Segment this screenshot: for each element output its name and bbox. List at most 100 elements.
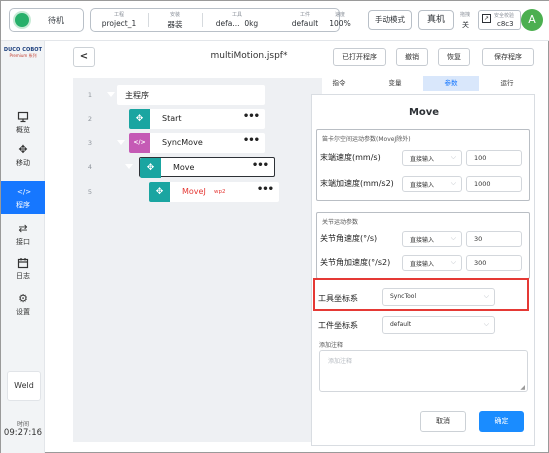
joint-accel-input[interactable]: 300 [466,255,522,271]
cancel-button[interactable]: 取消 [420,411,466,432]
time-label: 时间 [16,421,29,428]
line-number: 3 [87,139,93,147]
more-options-icon[interactable]: ••• [257,184,274,195]
code-icon: </> [129,133,150,153]
tree-node-movej[interactable]: ✥ MoveJ wp2 ••• [149,182,279,202]
input-value: 30 [474,235,483,243]
joint-params-group: 关节运动参数 关节角速度(°/s) 直接输入 ⌵ 30 关节角加速度(°/s2)… [316,212,530,279]
joint-accel-mode-select[interactable]: 直接输入 ⌵ [402,255,462,271]
program-editor: < multiMotion.jspf* 已打开程序 撤销 恢复 保存程序 1 2… [49,44,541,449]
joint-speed-label: 关节角速度(°/s) [320,234,378,243]
group-caption: 关节运动参数 [322,219,359,226]
resize-handle-icon[interactable]: ◢ [520,384,525,391]
line-number: 5 [87,188,93,196]
end-accel-input[interactable]: 1000 [466,176,522,192]
drag-toggle[interactable]: 关 [462,20,469,30]
joint-accel-label: 关节角加速度(°/s2) [320,258,391,267]
confirm-button[interactable]: 确定 [479,411,524,432]
back-button[interactable]: < [73,47,95,67]
sidebar-item-move[interactable]: ✥ 移动 [1,139,45,172]
real-robot-button[interactable]: 真机 [418,10,454,30]
tab-command[interactable]: 指令 [311,76,367,91]
install-label: 安装 [169,12,180,18]
end-speed-mode-select[interactable]: 直接输入 ⌵ [402,150,462,166]
project-value: project_1 [101,19,137,28]
group-caption: 笛卡尔空间运动参数(MoveJ除外) [322,136,411,143]
node-name: 主程序 [125,91,149,100]
tab-parameters[interactable]: 参数 [423,76,479,91]
project-selector[interactable]: 工程 project_1 [91,9,147,31]
clock: 时间 09:27:16 [1,419,45,438]
note-placeholder: 添加注释 [328,358,353,365]
left-sidebar: DUCO COBOT Premium 系列 概览 ✥ 移动 </> 程序 ⇄ 接… [1,41,45,453]
app-window: 待机 工程 project_1 安装 器装 工具 defa... 0kg 工件 … [0,0,549,453]
drag-label: 拖拽 [460,12,471,18]
open-programs-button[interactable]: 已打开程序 [333,48,386,66]
robot-status-indicator[interactable]: 待机 [9,8,84,32]
parameter-panel: Move 笛卡尔空间运动参数(MoveJ除外) 末端速度(mm/s) 直接输入 … [311,94,535,446]
move-icon: ✥ [129,109,150,129]
tool-frame-select[interactable]: SyncTool ⌵ [382,288,495,306]
select-value: SyncTool [390,293,417,300]
move-icon: ✥ [18,143,28,156]
status-text: 待机 [48,16,64,25]
collapse-arrow-icon[interactable] [125,164,133,169]
joint-speed-mode-select[interactable]: 直接输入 ⌵ [402,231,462,247]
collapse-arrow-icon[interactable] [107,92,115,97]
tab-variables[interactable]: 变量 [367,76,423,91]
manual-mode-button[interactable]: 手动模式 [368,10,412,30]
calendar-icon [17,257,29,269]
collapse-arrow-icon[interactable] [117,140,125,145]
user-avatar[interactable]: A [521,9,543,31]
undo-button[interactable]: 撤销 [396,48,428,66]
sidebar-item-label: 程序 [16,201,30,209]
sidebar-item-program[interactable]: </> 程序 [1,181,45,214]
tree-node-start[interactable]: ✥ Start ••• [129,109,265,129]
move-icon: ✥ [140,158,161,178]
speed-indicator[interactable]: 速度 100% [317,9,363,31]
end-speed-input[interactable]: 100 [466,150,522,166]
home-arrow-icon: ↗ [482,14,491,23]
end-speed-label: 末端速度(mm/s) [320,153,381,162]
tool-frame-label: 工具坐标系 [318,294,358,303]
sidebar-item-log[interactable]: 日志 [1,252,45,285]
safety-check-box[interactable]: ↗ 安全校验 c8c3 [478,10,521,30]
select-value: default [390,321,412,328]
safety-value: c8c3 [497,20,514,28]
tool-label: 工具 [231,12,242,18]
node-name: Move [173,163,195,172]
select-value: 直接输入 [410,182,435,189]
more-options-icon[interactable]: ••• [252,160,269,171]
panel-tabs: 指令 变量 参数 运行 [311,76,535,91]
node-name: SyncMove [162,138,203,147]
end-accel-mode-select[interactable]: 直接输入 ⌵ [402,176,462,192]
work-frame-select[interactable]: default ⌵ [382,316,495,334]
tool-value: defa... 0kg [215,19,259,28]
note-label: 添加注释 [319,342,344,349]
note-textarea[interactable]: 添加注释 ◢ [319,350,528,392]
sidebar-item-settings[interactable]: ⚙ 设置 [1,288,45,321]
sidebar-item-interface[interactable]: ⇄ 接口 [1,218,45,251]
more-options-icon[interactable]: ••• [243,135,260,146]
tab-run[interactable]: 运行 [479,76,535,91]
cartesian-params-group: 笛卡尔空间运动参数(MoveJ除外) 末端速度(mm/s) 直接输入 ⌵ 100… [316,129,530,201]
chevron-down-icon: ⌵ [483,320,489,328]
redo-button[interactable]: 恢复 [438,48,470,66]
tree-node-main[interactable]: 主程序 [117,85,265,105]
joint-speed-input[interactable]: 30 [466,231,522,247]
install-selector[interactable]: 安装 器装 [149,9,201,31]
save-program-button[interactable]: 保存程序 [482,48,534,66]
install-value: 器装 [167,20,183,29]
more-options-icon[interactable]: ••• [243,111,260,122]
node-name: Start [162,114,182,123]
brand-logo: DUCO COBOT Premium 系列 [1,47,45,59]
line-number: 2 [87,115,93,123]
tree-node-syncmove[interactable]: </> SyncMove ••• [129,133,265,153]
chevron-down-icon: ⌵ [483,292,489,300]
safety-label: 安全校验 [494,13,515,19]
tree-node-move[interactable]: ✥ Move ••• [139,157,275,178]
weld-button[interactable]: Weld [7,371,41,401]
tool-selector[interactable]: 工具 defa... 0kg [203,9,271,31]
sidebar-item-overview[interactable]: 概览 [1,106,45,139]
project-label: 工程 [113,12,124,18]
